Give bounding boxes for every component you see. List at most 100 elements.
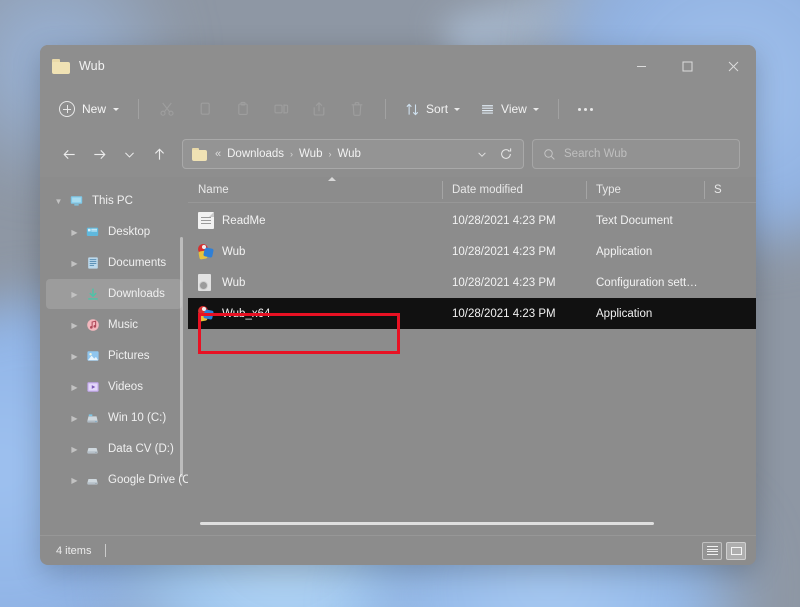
chevron-right-icon[interactable]: ▶ [66, 414, 83, 423]
file-name-cell: Wub [188, 236, 442, 267]
large-icons-view-icon[interactable] [726, 542, 746, 560]
column-label: S [714, 184, 722, 196]
chevron-right-icon[interactable]: ▶ [66, 290, 83, 299]
maximize-icon[interactable] [664, 45, 710, 87]
table-row[interactable]: Wub 10/28/2021 4:23 PM Configuration set… [188, 267, 756, 298]
up-button[interactable] [144, 139, 174, 169]
sidebar-item-music[interactable]: ▶ Music [46, 310, 182, 340]
sidebar-item-pictures[interactable]: ▶ Pictures [46, 341, 182, 371]
chevron-right-icon[interactable]: ▶ [66, 445, 83, 454]
table-row[interactable]: ReadMe 10/28/2021 4:23 PM Text Document [188, 205, 756, 236]
view-button[interactable]: View [471, 94, 548, 124]
sidebar-item-downloads[interactable]: ▶ Downloads [46, 279, 182, 309]
column-header-type[interactable]: Type [586, 177, 704, 203]
file-type-cell: Application [586, 236, 704, 267]
sidebar-item-win-10-c[interactable]: ▶ Win 10 (C:) [46, 403, 182, 433]
file-explorer-window: Wub New [40, 45, 756, 565]
column-header-name[interactable]: Name [188, 177, 442, 203]
paste-button[interactable] [225, 94, 261, 124]
title-bar: Wub [40, 45, 756, 87]
music-icon [83, 318, 102, 332]
sort-button[interactable]: Sort [396, 94, 469, 124]
chevron-right-icon[interactable]: ▶ [66, 321, 83, 330]
status-divider [105, 544, 106, 557]
folder-icon [192, 148, 207, 161]
minimize-icon[interactable] [618, 45, 664, 87]
new-button-label: New [82, 102, 106, 116]
new-button[interactable]: New [54, 94, 128, 124]
sidebar-scrollbar[interactable] [180, 237, 183, 477]
details-view-icon[interactable] [702, 542, 722, 560]
breadcrumb[interactable]: « Downloads › Wub › Wub [182, 139, 524, 169]
status-bar: 4 items [40, 535, 756, 565]
explorer-body: ▼ This PC ▶ Desktop ▶ [40, 177, 756, 535]
cut-button[interactable] [149, 94, 185, 124]
arrow-left-icon [62, 147, 77, 162]
window-title: Wub [79, 59, 105, 73]
more-options-button[interactable] [569, 94, 603, 124]
sidebar-label: Videos [108, 381, 143, 393]
table-row[interactable]: Wub 10/28/2021 4:23 PM Application [188, 236, 756, 267]
sidebar-label: Data CV (D:) [108, 443, 174, 455]
forward-button[interactable] [84, 139, 114, 169]
window-controls [618, 45, 756, 87]
table-row[interactable]: Wub_x64 10/28/2021 4:23 PM Application [188, 298, 756, 329]
file-name-cell: Wub [188, 267, 442, 298]
navigation-pane: ▼ This PC ▶ Desktop ▶ [40, 177, 188, 535]
sidebar-item-data-cv-d[interactable]: ▶ Data CV (D:) [46, 434, 182, 464]
breadcrumb-item-wub-2[interactable]: Wub [336, 148, 361, 160]
back-button[interactable] [54, 139, 84, 169]
view-lines-icon [480, 102, 495, 117]
copy-button[interactable] [187, 94, 223, 124]
sidebar-item-this-pc[interactable]: ▼ This PC [46, 186, 182, 216]
recent-locations-button[interactable] [114, 139, 144, 169]
sidebar-item-desktop[interactable]: ▶ Desktop [46, 217, 182, 247]
file-name-cell: Wub_x64 [188, 298, 442, 329]
sidebar-label: Desktop [108, 226, 150, 238]
sidebar-item-videos[interactable]: ▶ Videos [46, 372, 182, 402]
sidebar-item-documents[interactable]: ▶ Documents [46, 248, 182, 278]
share-button[interactable] [301, 94, 337, 124]
sort-button-label: Sort [426, 102, 448, 116]
sidebar-label: Win 10 (C:) [108, 412, 166, 424]
breadcrumb-item-downloads[interactable]: Downloads [226, 148, 285, 160]
rename-button[interactable] [263, 94, 299, 124]
column-header-date-modified[interactable]: Date modified [442, 177, 586, 203]
column-header-size[interactable]: S [704, 177, 756, 203]
horizontal-scrollbar[interactable] [196, 519, 746, 529]
chevron-right-icon[interactable]: ▶ [66, 228, 83, 237]
application-icon [198, 305, 214, 322]
sidebar-label: This PC [92, 195, 133, 207]
refresh-button[interactable] [493, 141, 519, 167]
file-size-cell [704, 236, 756, 267]
close-icon[interactable] [710, 45, 756, 87]
chevron-right-icon[interactable]: ▶ [66, 383, 83, 392]
file-name: ReadMe [222, 215, 265, 227]
breadcrumb-overflow[interactable]: « [215, 148, 220, 160]
search-placeholder: Search Wub [564, 148, 627, 160]
sidebar-label: Pictures [108, 350, 150, 362]
search-input[interactable]: Search Wub [532, 139, 740, 169]
chevron-right-icon[interactable]: ▶ [66, 259, 83, 268]
chevron-right-icon[interactable]: ▶ [66, 476, 83, 485]
breadcrumb-separator: › [285, 149, 298, 159]
file-list-pane: Name Date modified Type S [188, 177, 756, 535]
chevron-right-icon[interactable]: ▶ [66, 352, 83, 361]
file-type-cell: Application [586, 298, 704, 329]
file-name: Wub_x64 [222, 308, 270, 320]
view-toggle-group [702, 542, 746, 560]
refresh-icon [499, 147, 513, 161]
file-date-cell: 10/28/2021 4:23 PM [442, 236, 586, 267]
address-dropdown-button[interactable] [471, 141, 493, 167]
column-label: Type [596, 184, 621, 196]
sort-ascending-icon [328, 177, 336, 181]
chevron-down-icon[interactable]: ▼ [50, 197, 67, 206]
file-size-cell [704, 205, 756, 236]
sidebar-item-google-drive[interactable]: ▶ Google Drive (C [46, 465, 182, 495]
file-name: Wub [222, 246, 245, 258]
sidebar-label: Documents [108, 257, 166, 269]
breadcrumb-item-wub-1[interactable]: Wub [298, 148, 323, 160]
item-count: 4 items [56, 545, 91, 557]
delete-button[interactable] [339, 94, 375, 124]
scrollbar-thumb[interactable] [200, 522, 654, 525]
